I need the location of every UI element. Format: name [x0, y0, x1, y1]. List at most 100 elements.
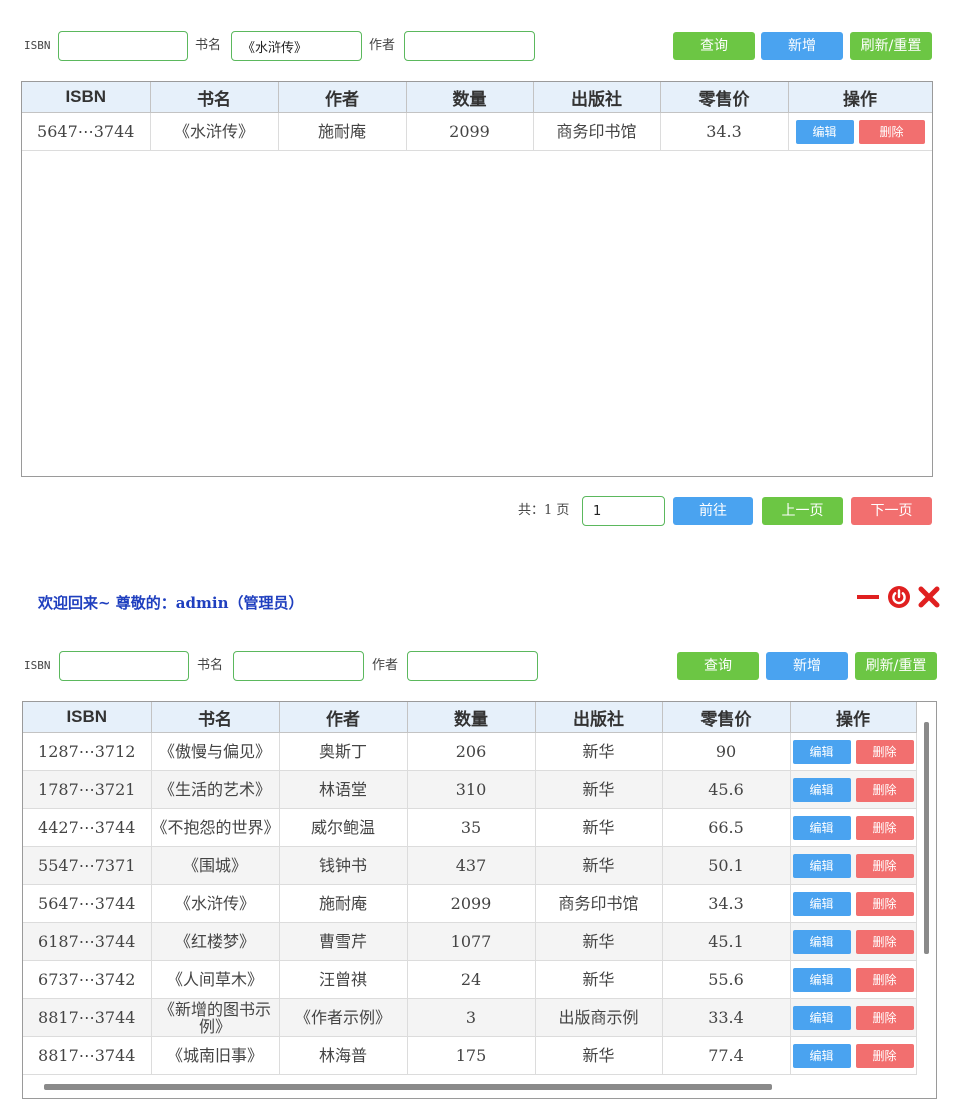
cell-price: 45.1	[662, 922, 791, 961]
cell-author: 汪曾祺	[279, 960, 408, 999]
cell-qty: 310	[407, 770, 536, 809]
edit-button[interactable]: 编辑	[792, 929, 851, 954]
delete-button[interactable]: 删除	[855, 929, 914, 954]
add-button[interactable]: 新增	[761, 32, 843, 60]
cell-author: 《作者示例》	[279, 998, 408, 1037]
isbn-input[interactable]	[58, 31, 188, 61]
cell-isbn: 1787⋯3721	[23, 770, 152, 809]
cell-qty: 2099	[406, 112, 534, 151]
table-row: 6187⋯3744 《红楼梦》 曹雪芹 1077 新华 45.1 编辑 删除	[23, 922, 917, 961]
col-header-qty[interactable]: 数量	[407, 702, 536, 733]
cell-qty: 2099	[407, 884, 536, 923]
minimize-icon[interactable]	[856, 585, 880, 609]
table-row: 8817⋯3744 《城南旧事》 林海普 175 新华 77.4 编辑 删除	[23, 1036, 917, 1075]
cell-author: 钱钟书	[279, 846, 408, 885]
col-header-price[interactable]: 零售价	[660, 82, 789, 113]
edit-button[interactable]: 编辑	[795, 119, 854, 144]
cell-qty: 206	[407, 732, 536, 771]
edit-button[interactable]: 编辑	[792, 967, 851, 992]
query-button[interactable]: 查询	[677, 652, 759, 680]
isbn-label: ISBN	[24, 659, 51, 672]
cell-qty: 1077	[407, 922, 536, 961]
edit-button[interactable]: 编辑	[792, 777, 851, 802]
table-row: 5647⋯3744 《水浒传》 施耐庵 2099 商务印书馆 34.3 编辑 删除	[23, 884, 917, 923]
cell-actions: 编辑 删除	[790, 846, 917, 885]
table-header-row: ISBN 书名 作者 数量 出版社 零售价 操作	[23, 702, 917, 733]
cell-publisher: 新华	[535, 1036, 663, 1075]
cell-title: 《水浒传》	[150, 112, 279, 151]
title-input[interactable]	[233, 651, 364, 681]
table-row: 1287⋯3712 《傲慢与偏见》 奥斯丁 206 新华 90 编辑 删除	[23, 732, 917, 771]
cell-isbn: 6737⋯3742	[23, 960, 152, 999]
edit-button[interactable]: 编辑	[792, 1043, 851, 1068]
author-input[interactable]	[404, 31, 535, 61]
cell-isbn: 6187⋯3744	[23, 922, 152, 961]
col-header-isbn[interactable]: ISBN	[22, 82, 151, 113]
col-header-publisher[interactable]: 出版社	[535, 702, 663, 733]
book-table-panel: ISBN 书名 作者 数量 出版社 零售价 操作 1287⋯3712 《傲慢与偏…	[22, 701, 937, 1099]
cell-title: 《傲慢与偏见》	[151, 732, 280, 771]
col-header-title[interactable]: 书名	[151, 702, 280, 733]
vertical-scrollbar[interactable]	[924, 722, 929, 954]
query-button[interactable]: 查询	[673, 32, 755, 60]
cell-actions: 编辑 删除	[788, 112, 932, 151]
col-header-qty[interactable]: 数量	[406, 82, 534, 113]
cell-publisher: 新华	[535, 960, 663, 999]
edit-button[interactable]: 编辑	[792, 739, 851, 764]
table-header-row: ISBN 书名 作者 数量 出版社 零售价 操作	[22, 82, 932, 113]
delete-button[interactable]: 删除	[855, 815, 914, 840]
title-label: 书名	[195, 38, 222, 53]
cell-author: 施耐庵	[279, 884, 408, 923]
edit-button[interactable]: 编辑	[792, 815, 851, 840]
delete-button[interactable]: 删除	[855, 1005, 914, 1030]
prev-page-button[interactable]: 上一页	[762, 497, 843, 525]
refresh-button[interactable]: 刷新/重置	[850, 32, 932, 60]
col-header-author[interactable]: 作者	[279, 702, 408, 733]
delete-button[interactable]: 删除	[855, 853, 914, 878]
delete-button[interactable]: 删除	[855, 891, 914, 916]
cell-actions: 编辑 删除	[790, 998, 917, 1037]
cell-qty: 24	[407, 960, 536, 999]
col-header-publisher[interactable]: 出版社	[533, 82, 661, 113]
page-number-input[interactable]	[582, 496, 665, 526]
add-button[interactable]: 新增	[766, 652, 848, 680]
cell-publisher: 新华	[535, 922, 663, 961]
goto-page-button[interactable]: 前往	[673, 497, 753, 525]
col-header-actions: 操作	[790, 702, 917, 733]
delete-button[interactable]: 删除	[855, 1043, 914, 1068]
edit-button[interactable]: 编辑	[792, 1005, 851, 1030]
cell-actions: 编辑 删除	[790, 884, 917, 923]
cell-publisher: 商务印书馆	[533, 112, 661, 151]
col-header-author[interactable]: 作者	[278, 82, 407, 113]
horizontal-scrollbar[interactable]	[44, 1084, 772, 1090]
delete-button[interactable]: 删除	[858, 119, 925, 144]
book-table: ISBN 书名 作者 数量 出版社 零售价 操作 1287⋯3712 《傲慢与偏…	[23, 702, 917, 1075]
cell-actions: 编辑 删除	[790, 922, 917, 961]
refresh-button[interactable]: 刷新/重置	[855, 652, 937, 680]
edit-button[interactable]: 编辑	[792, 853, 851, 878]
edit-button[interactable]: 编辑	[792, 891, 851, 916]
col-header-price[interactable]: 零售价	[662, 702, 791, 733]
delete-button[interactable]: 删除	[855, 739, 914, 764]
close-icon[interactable]	[917, 585, 941, 609]
delete-button[interactable]: 删除	[855, 777, 914, 802]
page-total-label: 共：1 页	[518, 503, 570, 518]
table-row: 5547⋯7371 《围城》 钱钟书 437 新华 50.1 编辑 删除	[23, 846, 917, 885]
next-page-button[interactable]: 下一页	[851, 497, 932, 525]
cell-price: 50.1	[662, 846, 791, 885]
author-label: 作者	[369, 38, 396, 53]
table-row: 8817⋯3744 《新增的图书示例》 《作者示例》 3 出版商示例 33.4 …	[23, 998, 917, 1037]
author-input[interactable]	[407, 651, 538, 681]
delete-button[interactable]: 删除	[855, 967, 914, 992]
cell-title: 《生活的艺术》	[151, 770, 280, 809]
cell-isbn: 4427⋯3744	[23, 808, 152, 847]
cell-author: 曹雪芹	[279, 922, 408, 961]
col-header-isbn[interactable]: ISBN	[23, 702, 152, 733]
cell-publisher: 新华	[535, 846, 663, 885]
power-icon[interactable]	[887, 585, 911, 609]
col-header-actions: 操作	[788, 82, 932, 113]
col-header-title[interactable]: 书名	[150, 82, 279, 113]
isbn-input[interactable]	[59, 651, 189, 681]
title-input[interactable]	[231, 31, 362, 61]
cell-title: 《围城》	[151, 846, 280, 885]
